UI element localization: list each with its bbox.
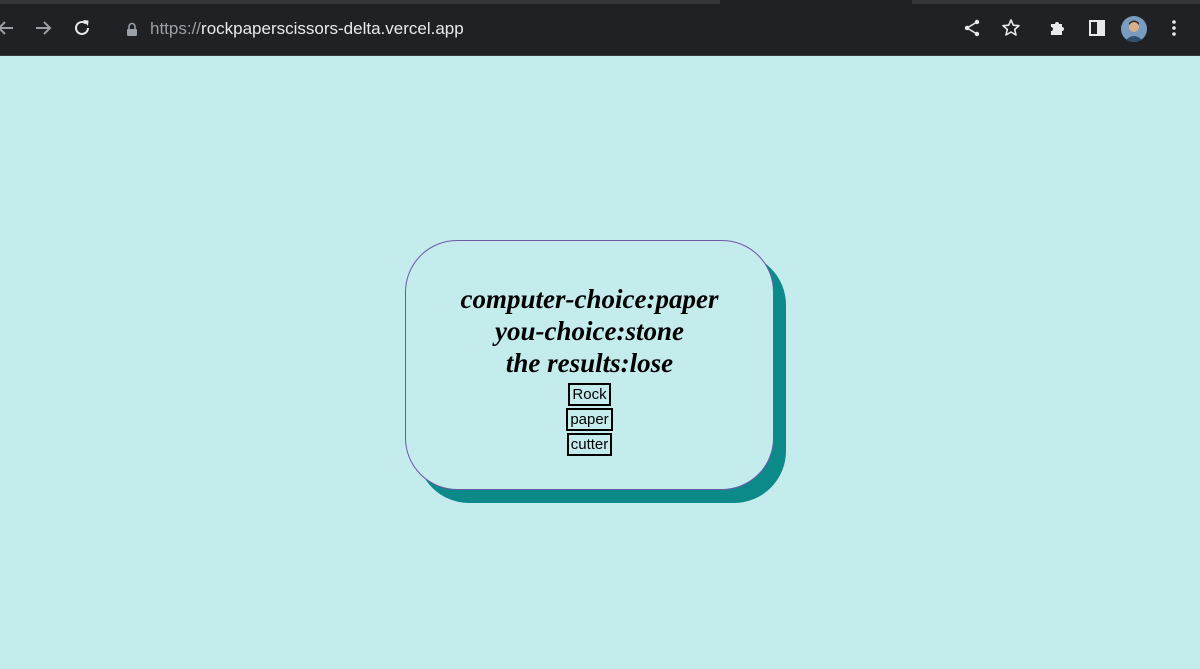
- side-panel-button[interactable]: [1083, 14, 1111, 42]
- reload-button[interactable]: [68, 14, 96, 42]
- browser-menu-button[interactable]: [1160, 14, 1188, 42]
- url-scheme: https://: [150, 19, 202, 38]
- paper-button[interactable]: paper: [566, 408, 613, 431]
- side-panel-icon: [1089, 20, 1105, 36]
- extensions-button[interactable]: [1044, 14, 1072, 42]
- bookmark-star-icon: [1002, 19, 1020, 36]
- profile-avatar-icon: [1124, 20, 1144, 42]
- you-choice-text: you-choice:stone: [495, 316, 684, 346]
- tab-strip-edge: [0, 0, 720, 4]
- computer-choice-text: computer-choice:paper: [460, 284, 719, 314]
- forward-button[interactable]: [29, 14, 57, 42]
- back-arrow-icon: [0, 21, 13, 35]
- tab-strip-edge: [912, 0, 1200, 4]
- lock-icon: [127, 22, 137, 36]
- url-host: rockpaperscissors-delta.vercel.app: [201, 19, 464, 38]
- cutter-button[interactable]: cutter: [566, 433, 613, 456]
- result-text: the results:lose: [505, 348, 674, 378]
- address-bar[interactable]: https://rockpaperscissors-delta.vercel.a…: [104, 10, 940, 48]
- forward-arrow-icon: [36, 21, 52, 35]
- share-icon: [964, 19, 980, 37]
- reload-icon: [75, 20, 89, 35]
- profile-avatar[interactable]: [1121, 16, 1147, 42]
- rock-button[interactable]: Rock: [568, 383, 611, 406]
- extensions-puzzle-icon: [1051, 22, 1064, 35]
- bookmark-button[interactable]: [997, 14, 1025, 42]
- choice-buttons: Rock paper cutter: [406, 383, 773, 458]
- browser-toolbar: https://rockpaperscissors-delta.vercel.a…: [0, 0, 1200, 56]
- back-button[interactable]: [0, 14, 20, 42]
- result-lines: computer-choice:paper you-choice:stone t…: [406, 283, 773, 379]
- share-button[interactable]: [958, 14, 986, 42]
- url-text: https://rockpaperscissors-delta.vercel.a…: [150, 19, 464, 39]
- game-card: computer-choice:paper you-choice:stone t…: [405, 240, 774, 490]
- kebab-menu-icon: [1172, 20, 1176, 36]
